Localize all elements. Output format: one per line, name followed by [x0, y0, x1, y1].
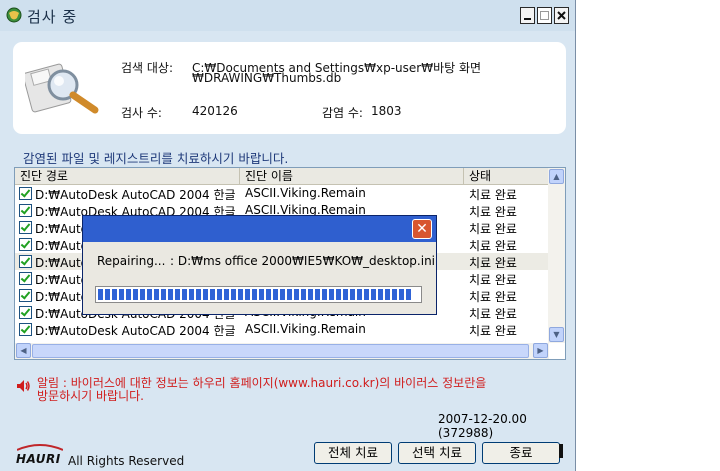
close-icon	[557, 11, 566, 20]
engine-version: 2007-12-20.00 (372988)	[438, 412, 527, 440]
dialog-close-icon[interactable]: ✕	[412, 219, 432, 239]
minimize-icon	[524, 18, 531, 20]
magnifier-disk-icon	[25, 63, 99, 114]
row-checkbox[interactable]	[19, 187, 32, 200]
alert-message: 알림 : 바이러스에 대한 정보는 하우리 홈페이지(www.hauri.co.…	[37, 377, 527, 403]
instruction-banner: 감염된 파일 및 레지스트리를 치료하시기 바랍니다.	[23, 151, 289, 166]
maximize-button[interactable]	[537, 7, 552, 24]
row-status: 치료 완료	[469, 205, 517, 219]
infected-count-value: 1803	[371, 104, 402, 118]
scan-target-label: 검색 대상:	[121, 61, 174, 75]
vertical-scrollbar[interactable]: ▲ ▼	[548, 168, 565, 343]
repair-selected-button[interactable]: 선택 치료	[398, 442, 476, 464]
hauri-logo-swoosh	[17, 444, 63, 451]
row-checkbox[interactable]	[19, 306, 32, 319]
scroll-left-arrow-icon[interactable]: ◀	[16, 343, 31, 358]
row-checkbox[interactable]	[19, 323, 32, 336]
column-header-name[interactable]: 진단 이름	[240, 168, 464, 184]
repair-all-button[interactable]: 전체 치료	[314, 442, 392, 464]
app-globe-icon	[6, 7, 22, 23]
scroll-right-arrow-icon[interactable]: ▶	[533, 343, 548, 358]
minimize-button[interactable]	[520, 7, 535, 24]
horizontal-scroll-thumb[interactable]	[32, 344, 529, 358]
scroll-down-arrow-icon[interactable]: ▼	[549, 327, 564, 342]
row-checkbox[interactable]	[19, 238, 32, 251]
alert-line2: 방문하시기 바랍니다.	[37, 389, 144, 403]
row-status: 치료 완료	[469, 307, 517, 321]
scan-target-path-line2: ₩DRAWING₩Thumbs.db	[192, 71, 342, 85]
scan-count-label: 검사 수:	[121, 106, 162, 120]
repair-progress-dialog: ✕ Repairing... : D:₩ms office 2000₩IE5₩K…	[82, 215, 437, 315]
maximize-icon	[540, 11, 549, 20]
row-status: 치료 완료	[469, 273, 517, 287]
dialog-title-bar[interactable]: ✕	[83, 216, 436, 242]
row-checkbox[interactable]	[19, 272, 32, 285]
rights-reserved-text: All Rights Reserved	[68, 454, 185, 468]
horizontal-scrollbar[interactable]: ◀ ▶	[15, 343, 549, 359]
scan-count-value: 420126	[192, 104, 238, 118]
scan-window: 검사 중 검색 대상: C:₩Documents and Settings₩xp…	[0, 0, 576, 471]
list-header: 진단 경로 진단 이름 상태	[15, 168, 549, 185]
repair-progress-bar	[95, 286, 422, 303]
progress-fill	[98, 289, 413, 300]
row-path: D:₩AutoDesk AutoCAD 2004 한글...	[35, 188, 235, 202]
title-bar[interactable]: 검사 중	[0, 0, 575, 31]
close-button[interactable]	[554, 7, 569, 24]
hauri-logo: HAURI	[16, 452, 61, 466]
speaker-alert-icon	[17, 380, 30, 392]
infected-count-label: 감염 수:	[322, 106, 363, 120]
scroll-up-arrow-icon[interactable]: ▲	[549, 169, 564, 184]
repairing-file-path: : D:₩ms office 2000₩IE5₩KO₩_desktop.ini	[170, 254, 436, 268]
row-status: 치료 완료	[469, 324, 517, 338]
row-status: 치료 완료	[469, 256, 517, 270]
row-checkbox[interactable]	[19, 289, 32, 302]
row-status: 치료 완료	[469, 222, 517, 236]
repairing-label: Repairing...	[97, 254, 166, 268]
window-title: 검사 중	[27, 8, 78, 26]
row-checkbox[interactable]	[19, 221, 32, 234]
row-diagnosis-name: ASCII.Viking.Remain	[245, 186, 366, 200]
row-checkbox[interactable]	[19, 255, 32, 268]
row-status: 치료 완료	[469, 290, 517, 304]
column-header-path[interactable]: 진단 경로	[15, 168, 240, 184]
column-header-status[interactable]: 상태	[464, 168, 549, 184]
exit-button[interactable]: 종료	[482, 442, 560, 464]
row-diagnosis-name: ASCII.Viking.Remain	[245, 322, 366, 336]
table-row[interactable]: D:₩AutoDesk AutoCAD 2004 한글... ASCII.Viki…	[15, 185, 549, 202]
row-checkbox[interactable]	[19, 204, 32, 217]
row-path: D:₩AutoDesk AutoCAD 2004 한글...	[35, 324, 235, 338]
resize-grip	[559, 444, 563, 458]
table-row[interactable]: D:₩AutoDesk AutoCAD 2004 한글... ASCII.Viki…	[15, 321, 549, 338]
row-status: 치료 완료	[469, 239, 517, 253]
row-status: 치료 완료	[469, 188, 517, 202]
